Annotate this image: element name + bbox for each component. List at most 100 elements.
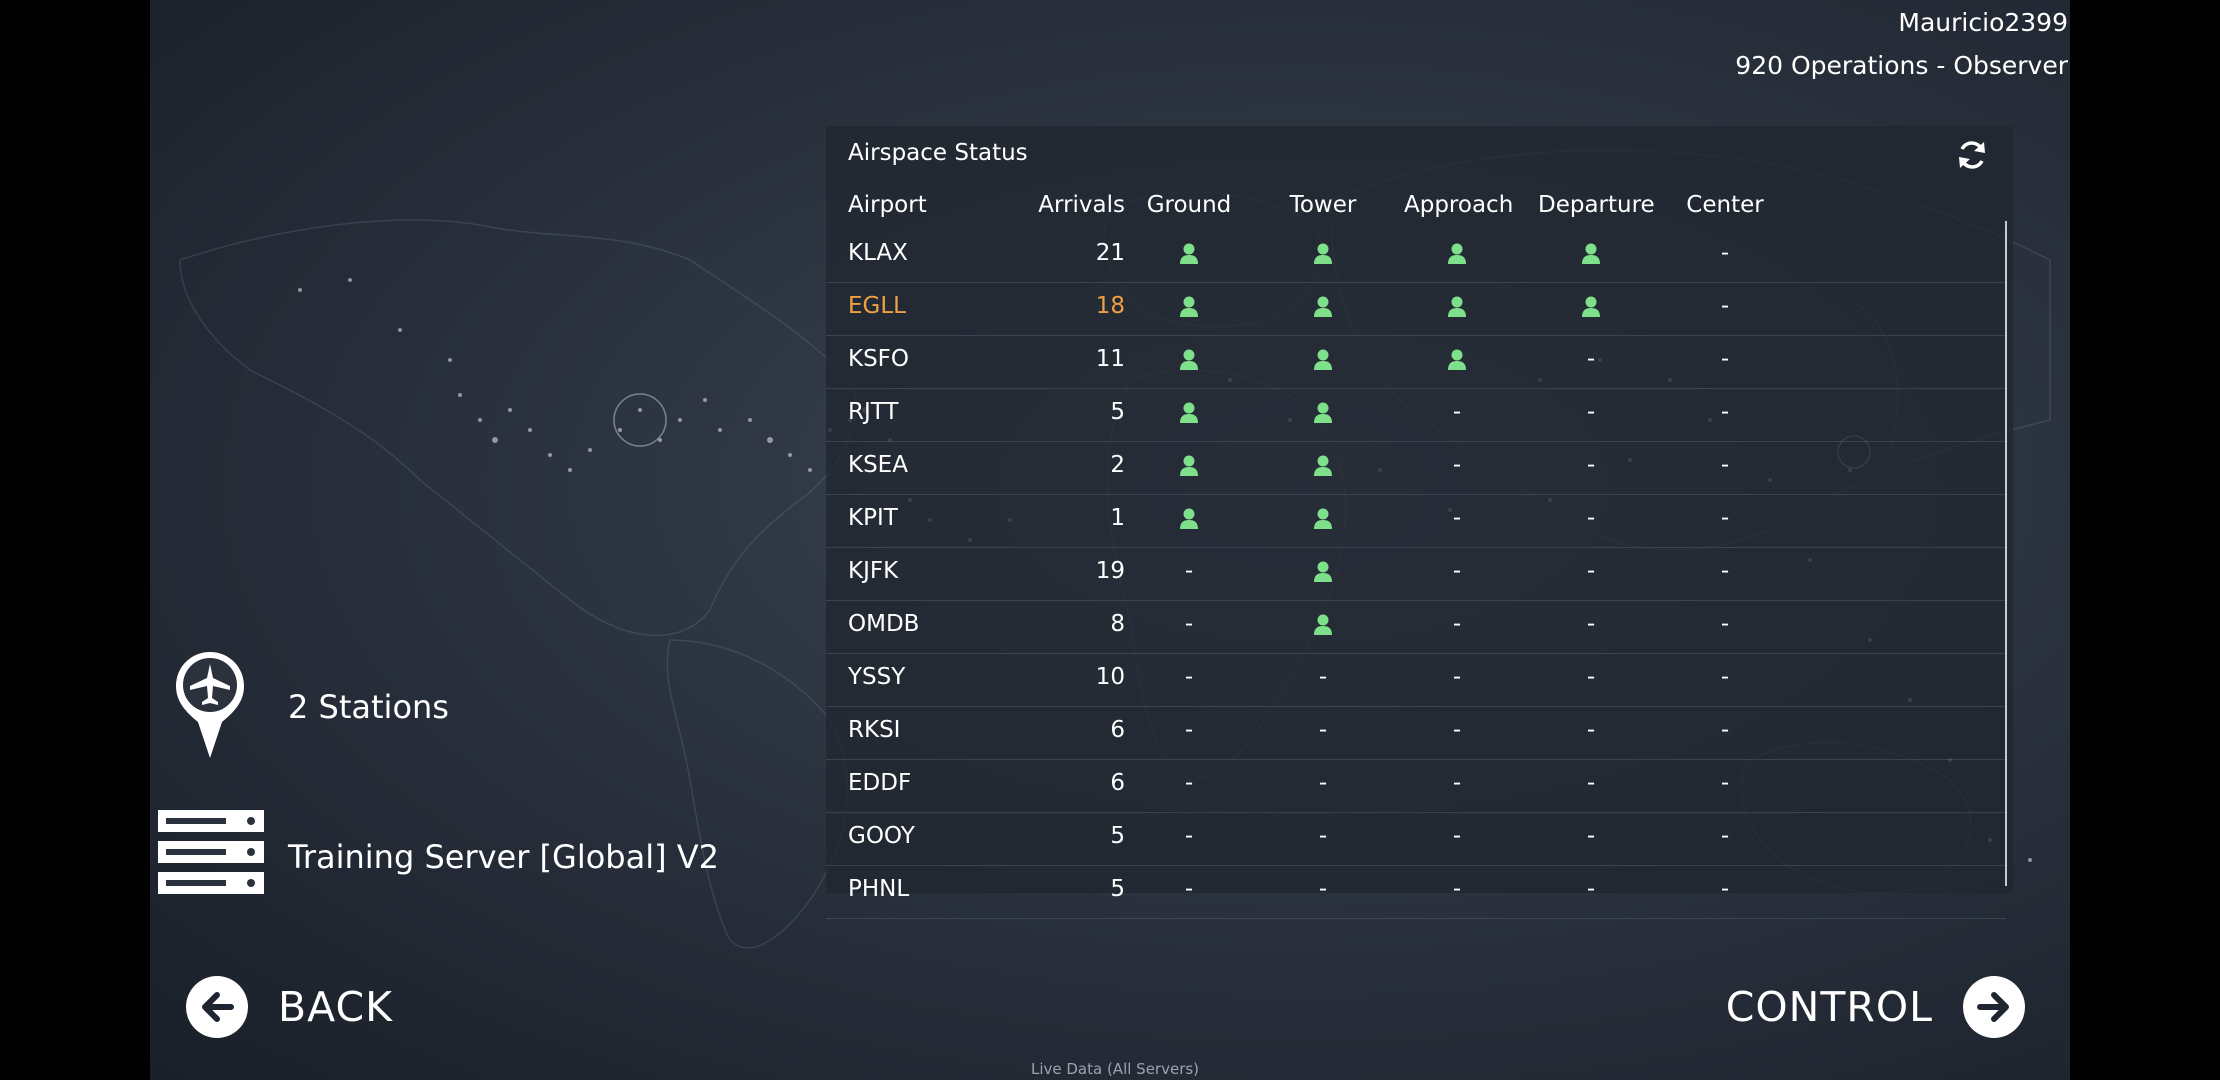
center-empty: - [1672, 452, 1778, 478]
empty-marker: - [1720, 876, 1730, 902]
center-empty: - [1672, 664, 1778, 690]
airport-code: RKSI [848, 717, 901, 743]
empty-marker: - [1318, 876, 1328, 902]
center-empty: - [1672, 823, 1778, 849]
column-header-tower[interactable]: Tower [1270, 192, 1376, 218]
empty-marker: - [1452, 611, 1462, 637]
airport-code: KJFK [848, 558, 899, 584]
empty-marker: - [1318, 770, 1328, 796]
back-button[interactable]: BACK [186, 972, 393, 1042]
empty-marker: - [1184, 558, 1194, 584]
scrollbar[interactable] [2005, 221, 2007, 886]
tower-empty: - [1270, 664, 1376, 690]
column-header-approach[interactable]: Approach [1404, 192, 1513, 218]
table-row[interactable]: KPIT 1 - - - [826, 495, 2006, 548]
tower-empty: - [1270, 717, 1376, 743]
table-row[interactable]: KJFK 19 - - - - [826, 548, 2006, 601]
tower-controller-icon [1270, 452, 1376, 478]
empty-marker: - [1318, 717, 1328, 743]
center-empty: - [1672, 346, 1778, 372]
approach-controller-icon [1404, 293, 1510, 319]
tower-controller-icon [1270, 505, 1376, 531]
approach-empty: - [1404, 717, 1510, 743]
approach-controller-icon [1404, 346, 1510, 372]
server-name: Training Server [Global] V2 [288, 838, 720, 876]
person-icon [1314, 561, 1332, 582]
empty-marker: - [1452, 876, 1462, 902]
refresh-button[interactable] [1955, 138, 1989, 172]
table-header: Airport Arrivals Ground Tower Approach D… [826, 192, 2006, 226]
arrivals-count: 11 [1095, 346, 1125, 372]
departure-empty: - [1538, 346, 1644, 372]
table-row[interactable]: YSSY 10 - - - - - [826, 654, 2006, 707]
airport-code: GOOY [848, 823, 915, 849]
departure-empty: - [1538, 505, 1644, 531]
airport-code: RJTT [848, 399, 899, 425]
column-header-ground[interactable]: Ground [1136, 192, 1242, 218]
empty-marker: - [1720, 293, 1730, 319]
approach-empty: - [1404, 505, 1510, 531]
empty-marker: - [1452, 452, 1462, 478]
ground-empty: - [1136, 611, 1242, 637]
departure-empty: - [1538, 717, 1644, 743]
approach-empty: - [1404, 823, 1510, 849]
center-empty: - [1672, 611, 1778, 637]
server-icon [158, 810, 264, 894]
ground-empty: - [1136, 717, 1242, 743]
empty-marker: - [1720, 770, 1730, 796]
table-row[interactable]: OMDB 8 - - - - [826, 601, 2006, 654]
airport-table: KLAX 21- EGLL 18- KSFO 11- - RJTT 5- - - KSEA 2- - - KP… [826, 230, 2006, 919]
table-row[interactable]: EGLL 18 - [826, 283, 2006, 336]
approach-empty: - [1404, 664, 1510, 690]
tower-controller-icon [1270, 558, 1376, 584]
empty-marker: - [1184, 770, 1194, 796]
refresh-icon [1959, 141, 1985, 169]
airport-code: YSSY [848, 664, 906, 690]
control-button[interactable]: CONTROL [1726, 972, 2025, 1042]
column-header-arrivals[interactable]: Arrivals [1001, 192, 1125, 218]
main-screen: Mauricio2399 920 Operations - Observer A… [150, 0, 2070, 1080]
approach-empty: - [1404, 399, 1510, 425]
table-row[interactable]: EDDF 6 - - - - - [826, 760, 2006, 813]
approach-controller-icon [1404, 240, 1510, 266]
departure-controller-icon [1538, 240, 1644, 266]
arrivals-count: 2 [1110, 452, 1125, 478]
arrivals-count: 10 [1095, 664, 1125, 690]
column-header-center[interactable]: Center [1672, 192, 1778, 218]
empty-marker: - [1184, 664, 1194, 690]
empty-marker: - [1720, 664, 1730, 690]
departure-empty: - [1538, 558, 1644, 584]
ground-controller-icon [1136, 240, 1242, 266]
ground-empty: - [1136, 876, 1242, 902]
empty-marker: - [1586, 399, 1596, 425]
airport-code: EGLL [848, 293, 906, 319]
table-row[interactable]: KSEA 2 - - - [826, 442, 2006, 495]
table-row[interactable]: KSFO 11 - - [826, 336, 2006, 389]
empty-marker: - [1184, 823, 1194, 849]
person-icon [1314, 508, 1332, 529]
ground-controller-icon [1136, 346, 1242, 372]
tower-empty: - [1270, 770, 1376, 796]
departure-empty: - [1538, 664, 1644, 690]
table-row[interactable]: RJTT 5 - - - [826, 389, 2006, 442]
center-empty: - [1672, 770, 1778, 796]
control-label: CONTROL [1725, 983, 1933, 1031]
person-icon [1582, 243, 1600, 264]
table-row[interactable]: GOOY 5 - - - - - [826, 813, 2006, 866]
column-header-airport[interactable]: Airport [848, 192, 998, 218]
tower-controller-icon [1270, 293, 1376, 319]
empty-marker: - [1720, 558, 1730, 584]
person-icon [1314, 455, 1332, 476]
airspace-status-panel: Airspace Status Airport Arrivals Ground … [826, 126, 2013, 919]
table-row[interactable]: RKSI 6 - - - - - [826, 707, 2006, 760]
empty-marker: - [1452, 505, 1462, 531]
column-header-departure[interactable]: Departure [1538, 192, 1655, 218]
arrivals-count: 1 [1110, 505, 1125, 531]
ground-controller-icon [1136, 505, 1242, 531]
departure-empty: - [1538, 876, 1644, 902]
table-row[interactable]: PHNL 5 - - - - - [826, 866, 2006, 919]
person-icon [1180, 349, 1198, 370]
arrivals-count: 6 [1110, 770, 1125, 796]
back-label: BACK [278, 983, 393, 1031]
table-row[interactable]: KLAX 21 - [826, 230, 2006, 283]
